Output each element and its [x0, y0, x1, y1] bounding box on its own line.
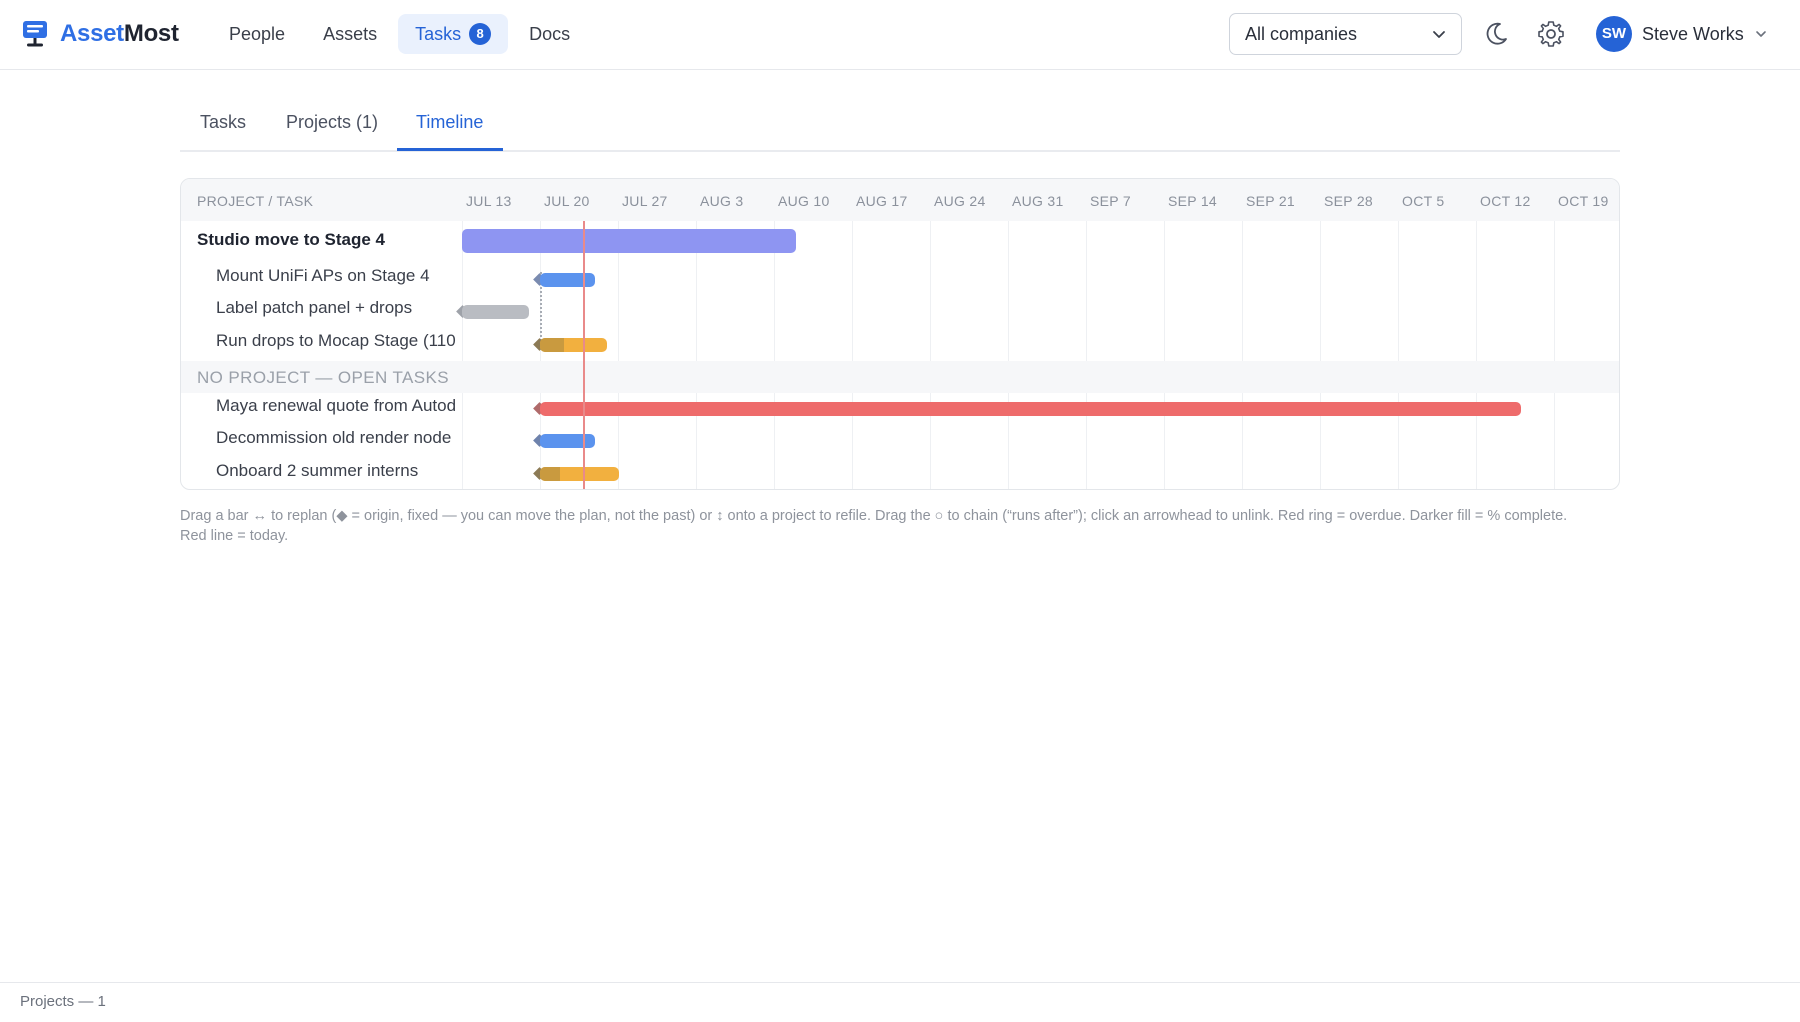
tab-tasks[interactable]: Tasks: [200, 112, 246, 152]
week-gridline: [618, 221, 619, 489]
tasks-count-badge: 8: [469, 23, 492, 45]
week-gridline: [852, 221, 853, 489]
group-label: NO PROJECT — OPEN TASKS: [197, 368, 449, 387]
chevron-down-icon: [1433, 31, 1445, 38]
progress-fill: [540, 338, 564, 352]
nav-assets-label: Assets: [323, 24, 378, 44]
brand-name-part1: Asset: [60, 20, 124, 47]
task-row-label[interactable]: Maya renewal quote from Autod: [216, 396, 462, 416]
active-tab-indicator: [397, 148, 503, 151]
company-select[interactable]: All companies: [1229, 13, 1462, 55]
task-bar[interactable]: [540, 338, 607, 352]
no-project-group-row: NO PROJECT — OPEN TASKS: [181, 361, 1619, 393]
week-label: JUL 27: [622, 193, 668, 209]
avatar: SW: [1596, 16, 1632, 52]
nav-tasks[interactable]: Tasks 8: [398, 14, 509, 54]
week-label: OCT 12: [1480, 193, 1531, 209]
brand-name: AssetMost: [60, 20, 179, 48]
nav-assets[interactable]: Assets: [306, 14, 394, 54]
task-bar[interactable]: [540, 273, 595, 287]
week-gridline: [1554, 221, 1555, 489]
week-label: OCT 19: [1558, 193, 1609, 209]
task-bar[interactable]: [462, 305, 529, 319]
task-row-label[interactable]: Onboard 2 summer interns: [216, 461, 462, 481]
week-label: AUG 10: [778, 193, 830, 209]
gear-icon[interactable]: [1535, 18, 1567, 50]
week-label: SEP 21: [1246, 193, 1296, 209]
task-bar[interactable]: [540, 402, 1521, 416]
week-label: OCT 5: [1402, 193, 1445, 209]
week-label: AUG 17: [856, 193, 908, 209]
week-gridline: [1320, 221, 1321, 489]
week-gridline: [462, 221, 463, 489]
timeline-header-row: PROJECT / TASK JUL 13 JUL 20 JUL 27 AUG …: [181, 179, 1619, 221]
tab-projects[interactable]: Projects (1): [286, 112, 378, 152]
week-gridline: [696, 221, 697, 489]
progress-fill: [540, 467, 560, 481]
week-gridline: [774, 221, 775, 489]
nav-docs[interactable]: Docs: [512, 14, 587, 54]
project-task-column-header: PROJECT / TASK: [197, 193, 314, 209]
week-label: AUG 31: [1012, 193, 1064, 209]
timeline-chart: PROJECT / TASK JUL 13 JUL 20 JUL 27 AUG …: [180, 178, 1620, 490]
week-gridline: [1242, 221, 1243, 489]
week-label: JUL 13: [466, 193, 512, 209]
week-label: AUG 3: [700, 193, 744, 209]
week-gridline: [1086, 221, 1087, 489]
main-nav: People Assets Tasks 8 Docs: [212, 14, 591, 54]
moon-icon[interactable]: [1480, 18, 1512, 50]
task-bar[interactable]: [540, 434, 595, 448]
nav-people[interactable]: People: [212, 14, 302, 54]
chevron-down-icon: [1755, 31, 1766, 37]
week-gridline: [1398, 221, 1399, 489]
task-row-label[interactable]: Run drops to Mocap Stage (110: [216, 331, 462, 351]
nav-tasks-label: Tasks: [415, 24, 462, 44]
project-bar[interactable]: [462, 229, 796, 253]
user-menu[interactable]: SW Steve Works: [1596, 16, 1768, 52]
today-line: [583, 221, 585, 489]
footer-text: Projects — 1: [20, 993, 106, 1010]
company-select-value: All companies: [1245, 24, 1358, 44]
week-gridline: [1008, 221, 1009, 489]
week-label: AUG 24: [934, 193, 986, 209]
brand-name-part2: Most: [123, 20, 179, 47]
week-gridline: [540, 221, 541, 489]
task-row-label[interactable]: Label patch panel + drops: [216, 298, 462, 318]
top-navbar: AssetMost People Assets Tasks 8 Docs All …: [0, 0, 1800, 70]
brand-logo[interactable]: AssetMost: [22, 20, 179, 48]
nav-people-label: People: [229, 24, 286, 44]
week-gridline: [1476, 221, 1477, 489]
week-label: SEP 14: [1168, 193, 1218, 209]
status-footer: Projects — 1: [0, 982, 1800, 1022]
timeline-help-text: Drag a bar ↔ to replan (◆ = origin, fixe…: [180, 508, 1568, 544]
week-label: SEP 28: [1324, 193, 1374, 209]
view-tabs: Tasks Projects (1) Timeline: [180, 102, 1620, 152]
task-bar[interactable]: [540, 467, 619, 481]
tab-timeline[interactable]: Timeline: [416, 112, 483, 152]
week-label: JUL 20: [544, 193, 590, 209]
project-row-label[interactable]: Studio move to Stage 4: [197, 230, 457, 250]
user-name: Steve Works: [1642, 23, 1744, 44]
week-gridline: [930, 221, 931, 489]
logo-icon: [23, 21, 47, 47]
task-row-label[interactable]: Decommission old render node: [216, 428, 462, 448]
task-row-label[interactable]: Mount UniFi APs on Stage 4: [216, 266, 462, 286]
nav-docs-label: Docs: [529, 24, 571, 44]
week-label: SEP 7: [1090, 193, 1131, 209]
week-gridline: [1164, 221, 1165, 489]
